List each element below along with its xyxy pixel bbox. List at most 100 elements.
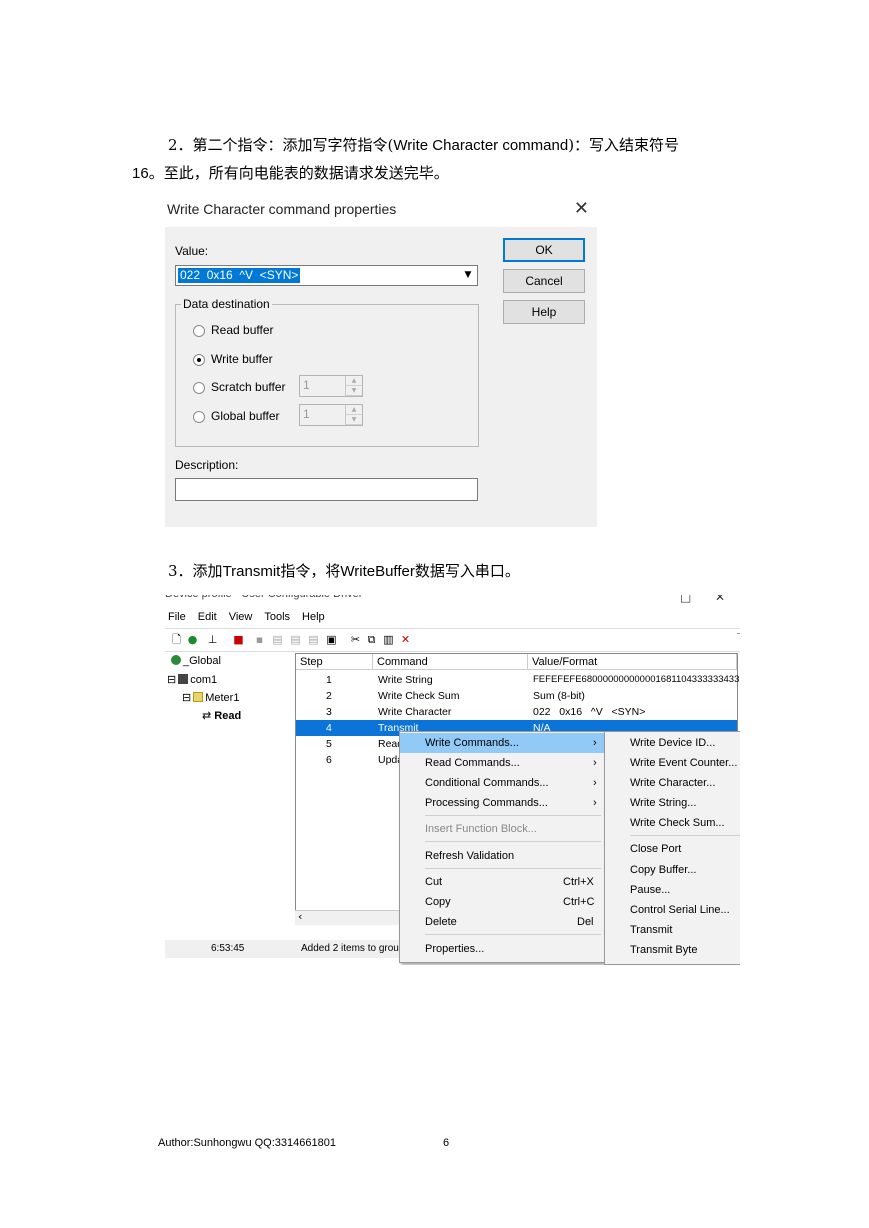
tree-node-read[interactable]: ⇄ Read: [202, 709, 241, 722]
menu-item-cut[interactable]: Cut Ctrl+X: [400, 872, 604, 892]
submenu-item-write-event-counter[interactable]: Write Event Counter...: [605, 753, 740, 773]
menu-item-shortcut: Ctrl+X: [563, 876, 594, 888]
cut-icon[interactable]: ✂: [349, 633, 362, 646]
tree-label: Read: [214, 710, 242, 722]
close-icon[interactable]: ✕: [574, 198, 589, 219]
table-row[interactable]: 3 Write Character 022 0x16 ^V <SYN>: [296, 704, 737, 720]
write-buffer-radio[interactable]: [193, 354, 205, 366]
close-icon[interactable]: ✕: [715, 595, 725, 604]
menu-view[interactable]: View: [229, 611, 253, 623]
global-buffer-radio[interactable]: [193, 411, 205, 423]
menu-item-copy[interactable]: Copy Ctrl+C: [400, 892, 604, 912]
dropdown-arrow-icon[interactable]: ▼: [460, 267, 476, 284]
global-buffer-spinner: 1 ▲ ▼: [299, 404, 363, 426]
column-value-format[interactable]: Value/Format: [528, 654, 737, 670]
folder-icon[interactable]: ▤: [307, 633, 320, 646]
menu-item-read-commands[interactable]: Read Commands... ›: [400, 753, 604, 773]
para-text: 。至此，所有向电能表的数据请求发送完毕。: [148, 164, 449, 182]
tree-node-com1[interactable]: ⊟ com1: [167, 673, 217, 686]
folder-icon: [193, 692, 204, 702]
submenu-item-write-character[interactable]: Write Character...: [605, 773, 740, 793]
dialog-titlebar: Write Character command properties ✕: [165, 193, 597, 227]
cell-step: 1: [326, 674, 332, 686]
menu-edit[interactable]: Edit: [198, 611, 217, 623]
paragraph-step-2: 2．第二个指令：添加写字符指令(Write Character command)…: [168, 131, 679, 160]
para-term: WriteBuffer: [340, 563, 415, 580]
globe-icon[interactable]: ●: [186, 633, 199, 646]
column-command[interactable]: Command: [373, 654, 528, 670]
copy-icon[interactable]: ⧉: [365, 633, 378, 646]
page-number: 6: [443, 1137, 450, 1149]
spinner-buttons: ▲ ▼: [345, 376, 362, 396]
menu-file[interactable]: File: [168, 611, 186, 623]
step-number: 3．: [168, 562, 193, 580]
channel-icon[interactable]: ⊥: [206, 633, 219, 646]
menu-bar: File Edit View Tools Help: [165, 611, 334, 627]
menu-item-label: Write Character...: [630, 777, 716, 789]
help-button[interactable]: Help: [503, 300, 585, 324]
tree-node-meter1[interactable]: ⊟ Meter1: [182, 691, 239, 704]
menu-separator: [425, 841, 601, 842]
channel-icon: [178, 674, 189, 684]
table-row[interactable]: 2 Write Check Sum Sum (8-bit): [296, 688, 737, 704]
description-field[interactable]: [175, 478, 478, 501]
menu-item-label: Read Commands...: [425, 757, 520, 769]
device-icon[interactable]: ■: [232, 633, 245, 646]
table-row[interactable]: 1 Write String FEFEFEFE6800000000000016811…: [296, 672, 739, 688]
menu-item-conditional-commands[interactable]: Conditional Commands... ›: [400, 773, 604, 793]
para-text: 添加: [192, 562, 223, 580]
folder-icon[interactable]: ▤: [271, 633, 284, 646]
menu-separator: [630, 835, 740, 836]
read-buffer-radio[interactable]: [193, 325, 205, 337]
menu-separator: [425, 934, 601, 935]
submenu-item-copy-buffer[interactable]: Copy Buffer...: [605, 860, 740, 880]
tree-node-global[interactable]: _Global: [171, 655, 221, 667]
menu-item-label: Write Event Counter...: [630, 757, 738, 769]
folder-icon[interactable]: ▤: [289, 633, 302, 646]
window-title: Device profile - User Configurable Drive…: [165, 595, 362, 604]
group-icon[interactable]: ▪: [253, 633, 266, 646]
device-profile-window: Device profile - User Configurable Drive…: [165, 595, 740, 965]
properties-icon[interactable]: ▣: [325, 633, 338, 646]
cancel-button[interactable]: Cancel: [503, 269, 585, 293]
submenu-item-transmit-byte[interactable]: Transmit Byte: [605, 940, 740, 960]
spin-down-icon: ▼: [346, 386, 362, 396]
horizontal-scrollbar[interactable]: ‹: [295, 910, 405, 925]
submenu-item-close-port[interactable]: Close Port: [605, 839, 740, 859]
menu-tools[interactable]: Tools: [264, 611, 290, 623]
submenu-item-control-serial-line[interactable]: Control Serial Line...: [605, 900, 740, 920]
menu-item-delete[interactable]: Delete Del: [400, 912, 604, 932]
scroll-left-icon[interactable]: ‹: [298, 910, 302, 923]
cell-step: 2: [326, 690, 332, 702]
tree-label: _Global: [183, 655, 221, 667]
scratch-buffer-radio[interactable]: [193, 382, 205, 394]
submenu-item-write-string[interactable]: Write String...: [605, 793, 740, 813]
maximize-icon[interactable]: □: [680, 595, 691, 604]
write-buffer-label: Write buffer: [211, 352, 273, 366]
menu-item-properties[interactable]: Properties...: [400, 939, 604, 959]
spinner-value: 1: [303, 407, 310, 421]
paste-icon[interactable]: ▥: [382, 633, 395, 646]
tree-label: com1: [190, 674, 218, 686]
menu-item-label: Control Serial Line...: [630, 904, 730, 916]
menu-help[interactable]: Help: [302, 611, 325, 623]
submenu-arrow-icon: ›: [593, 797, 597, 809]
value-combobox[interactable]: 022 0x16 ^V <SYN> ▼: [175, 265, 478, 286]
menu-item-refresh-validation[interactable]: Refresh Validation: [400, 846, 604, 866]
ok-button[interactable]: OK: [503, 238, 585, 262]
column-step[interactable]: Step: [296, 654, 373, 670]
submenu-item-write-check-sum[interactable]: Write Check Sum...: [605, 813, 740, 833]
menu-item-processing-commands[interactable]: Processing Commands... ›: [400, 793, 604, 813]
delete-icon[interactable]: ✕: [399, 633, 412, 646]
tree-view: _Global ⊟ com1 ⊟ Meter1 ⇄ Read: [165, 653, 295, 923]
menu-item-label: Pause...: [630, 884, 671, 896]
write-character-dialog: Write Character command properties ✕ Val…: [165, 193, 597, 527]
menu-item-write-commands[interactable]: Write Commands... ›: [400, 733, 604, 753]
submenu-item-write-device-id[interactable]: Write Device ID...: [605, 733, 740, 753]
new-icon[interactable]: 🗋: [170, 633, 183, 646]
spin-up-icon: ▲: [346, 405, 362, 415]
submenu-item-transmit[interactable]: Transmit: [605, 920, 740, 940]
menu-item-insert-function-block[interactable]: Insert Function Block...: [400, 819, 604, 839]
submenu-item-pause[interactable]: Pause...: [605, 880, 740, 900]
scratch-buffer-spinner: 1 ▲ ▼: [299, 375, 363, 397]
